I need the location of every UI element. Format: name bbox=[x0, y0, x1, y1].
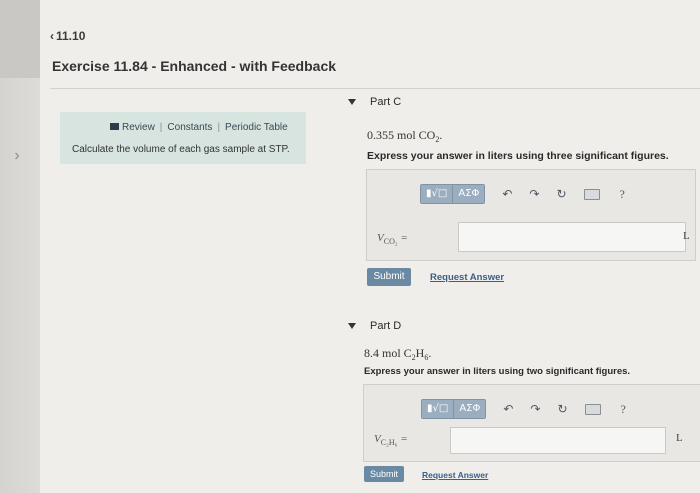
part-c-answer-box: ▮√□ ΑΣΦ ↶ ↷ ↻ ? VCO₂ = bbox=[366, 169, 696, 261]
divider bbox=[50, 88, 700, 89]
part-c-quantity: 0.355 mol CO2. bbox=[367, 128, 442, 144]
part-c-answer-input[interactable] bbox=[458, 222, 686, 252]
part-c-variable-label: VCO₂ = bbox=[377, 232, 408, 246]
collapse-triangle-icon bbox=[348, 323, 356, 329]
review-link[interactable]: Review bbox=[110, 122, 155, 133]
symbols-button[interactable]: ΑΣΦ bbox=[454, 400, 486, 418]
left-rail: › bbox=[0, 0, 40, 493]
constants-link[interactable]: Constants bbox=[167, 122, 212, 133]
redo-icon[interactable]: ↷ bbox=[529, 185, 539, 203]
part-c-title: Part C bbox=[370, 96, 402, 108]
info-panel: Review | Constants | Periodic Table Calc… bbox=[60, 112, 306, 164]
var-main: V bbox=[377, 232, 384, 244]
format-group: ▮√□ ΑΣΦ bbox=[420, 184, 486, 204]
back-link-label: 11.10 bbox=[56, 29, 86, 43]
part-d-header[interactable]: Part D bbox=[348, 320, 401, 332]
part-d-answer-box: ▮√□ ΑΣΦ ↶ ↷ ↻ ? VC₂H₆ = bbox=[363, 384, 700, 462]
main-content: ‹ 11.10 Exercise 11.84 - Enhanced - with … bbox=[40, 0, 700, 493]
problem-prompt: Calculate the volume of each gas sample … bbox=[72, 144, 290, 155]
review-label[interactable]: Review bbox=[122, 122, 155, 133]
part-c-quantity-text: 0.355 mol CO bbox=[367, 128, 436, 142]
part-d-title: Part D bbox=[370, 320, 402, 332]
part-d-quantity: 8.4 mol C2H6. bbox=[364, 346, 431, 362]
part-c-instruction: Express your answer in liters using thre… bbox=[367, 150, 669, 162]
collapse-triangle-icon bbox=[348, 99, 356, 105]
reset-icon[interactable]: ↻ bbox=[556, 185, 566, 203]
part-c-submit-button[interactable]: Submit bbox=[367, 268, 411, 286]
resource-links: Review | Constants | Periodic Table bbox=[110, 122, 288, 133]
part-d-answer-input[interactable] bbox=[450, 427, 666, 454]
part-d-unit: L bbox=[676, 432, 683, 444]
page-title: Exercise 11.84 - Enhanced - with Feedbac… bbox=[52, 58, 337, 74]
help-button[interactable]: ? bbox=[620, 187, 625, 202]
undo-icon[interactable]: ↶ bbox=[503, 400, 513, 418]
review-icon bbox=[110, 123, 119, 130]
keyboard-icon[interactable] bbox=[584, 403, 601, 415]
separator: | bbox=[217, 122, 221, 133]
part-d-quantity-text: 8.4 mol C bbox=[364, 346, 412, 360]
part-d-quantity-end: . bbox=[428, 346, 432, 360]
keyboard-icon[interactable] bbox=[583, 188, 600, 200]
part-c-quantity-end: . bbox=[439, 128, 443, 142]
part-d-request-answer-link[interactable]: Request Answer bbox=[422, 470, 488, 480]
part-c-request-answer-link[interactable]: Request Answer bbox=[430, 272, 504, 283]
redo-icon[interactable]: ↷ bbox=[530, 400, 540, 418]
part-c-header[interactable]: Part C bbox=[348, 96, 401, 108]
expand-arrow-icon[interactable]: › bbox=[10, 146, 24, 166]
templates-button[interactable]: ▮√□ bbox=[422, 400, 455, 418]
var-sub: CO₂ bbox=[383, 237, 398, 247]
part-c-unit: L bbox=[683, 230, 690, 242]
part-c-toolbar: ▮√□ ΑΣΦ ↶ ↷ ↻ ? bbox=[420, 184, 625, 204]
undo-icon[interactable]: ↶ bbox=[502, 185, 512, 203]
help-button[interactable]: ? bbox=[621, 402, 626, 417]
var-eq: = bbox=[397, 232, 408, 244]
chevron-left-icon: ‹ bbox=[50, 29, 54, 43]
var-sub: C₂H₆ bbox=[380, 438, 398, 448]
reset-icon[interactable]: ↻ bbox=[557, 400, 567, 418]
var-eq: = bbox=[397, 433, 408, 445]
templates-button[interactable]: ▮√□ bbox=[421, 185, 454, 203]
separator: | bbox=[159, 122, 163, 133]
symbols-button[interactable]: ΑΣΦ bbox=[453, 185, 485, 203]
part-d-variable-label: VC₂H₆ = bbox=[374, 433, 408, 447]
part-d-submit-button[interactable]: Submit bbox=[364, 466, 404, 482]
left-rail-tab bbox=[0, 0, 40, 78]
var-main: V bbox=[374, 433, 381, 445]
part-d-toolbar: ▮√□ ΑΣΦ ↶ ↷ ↻ ? bbox=[421, 399, 626, 419]
back-link[interactable]: ‹ 11.10 bbox=[50, 29, 85, 43]
format-group: ▮√□ ΑΣΦ bbox=[421, 399, 487, 419]
periodic-table-link[interactable]: Periodic Table bbox=[225, 122, 288, 133]
part-d-instruction: Express your answer in liters using two … bbox=[364, 366, 631, 377]
